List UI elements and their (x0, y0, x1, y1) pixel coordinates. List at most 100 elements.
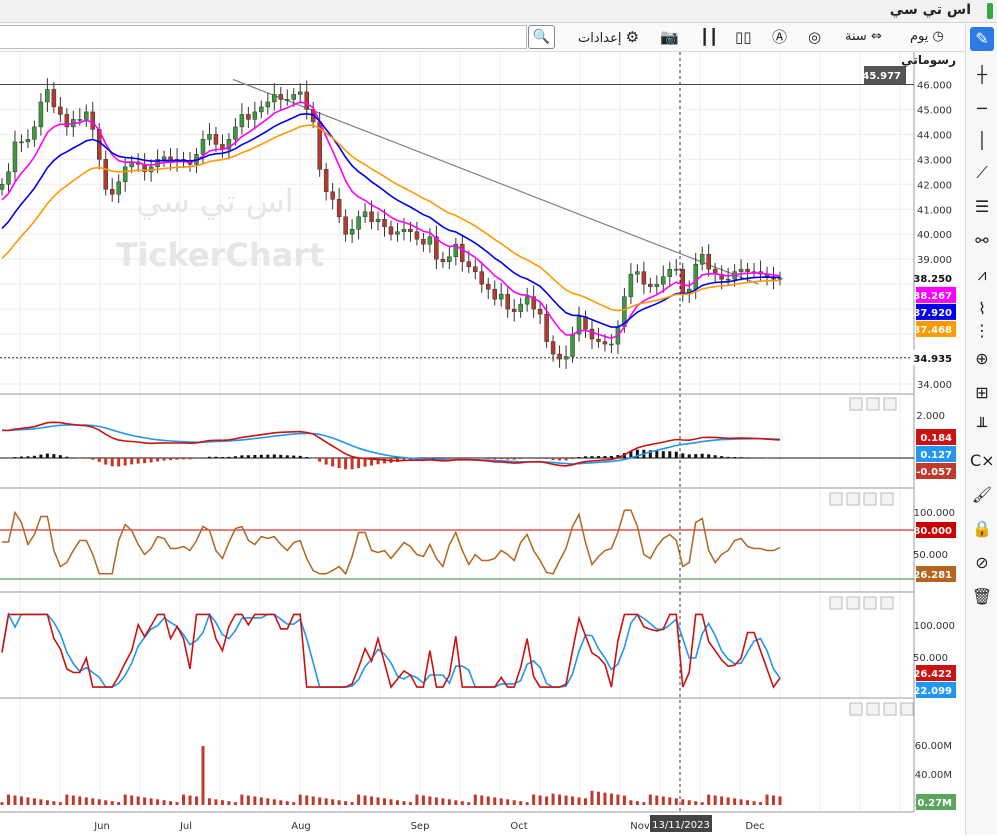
a-icon[interactable]: Ⓐ (772, 25, 787, 49)
candle (363, 212, 367, 217)
volume-bar (104, 800, 107, 805)
candle (661, 277, 665, 284)
circle-chart-icon[interactable]: ◎ (808, 25, 821, 49)
macd-hist-bar (513, 458, 516, 460)
chart-svg[interactable]: اس تي سي TickerChart 34.00039.00040.0004… (0, 52, 965, 835)
volume-bar (707, 795, 710, 805)
crosshair-icon[interactable]: ┼ (970, 63, 994, 87)
chart-area[interactable]: اس تي سي TickerChart 34.00039.00040.0004… (0, 52, 965, 835)
fib-icon[interactable]: ⚯ (970, 229, 994, 253)
volume-bar (39, 799, 42, 805)
volume-bar (325, 798, 328, 805)
trash-icon[interactable]: 🗑 (970, 585, 994, 609)
window-title: اس تي سي (890, 2, 971, 18)
candle (110, 189, 114, 194)
panel-control-button (881, 493, 893, 505)
ruler-icon[interactable]: ⋮ (970, 319, 994, 343)
macd-hist-bar (597, 456, 600, 458)
ma1-value: 38.267 (913, 291, 952, 302)
rsi-tick: 50.000 (913, 550, 948, 561)
horizontal-line-icon[interactable]: ─ (970, 97, 994, 121)
candle (395, 232, 399, 234)
macd-hist-bar (779, 458, 782, 459)
settings-button[interactable]: إعدادات ⚙ (578, 25, 639, 49)
volume-bar (759, 802, 762, 805)
volume-bar (364, 796, 367, 806)
macd-hist-bar (240, 455, 243, 458)
macd-hist-bar (733, 457, 736, 458)
search-icon[interactable]: 🔍 (528, 25, 555, 49)
candle (233, 127, 237, 139)
eye-icon[interactable]: ⊘ (970, 551, 994, 575)
macd-hist-bar (325, 458, 328, 465)
candle (0, 184, 4, 189)
drawing-tools-sidebar: ✎ ┼ ─ │ ⟋ ☰ ⚯ ⩘ ⌇ ⋮ ⊕ ⊞ ╨ C× 🖌 🔒 ⊘ 🗑 (965, 23, 997, 835)
curl-icon[interactable]: C× (970, 449, 994, 473)
lock-icon[interactable]: 🔒 (970, 517, 994, 541)
trend-icon[interactable]: ⟋ (970, 161, 994, 185)
elliott-icon[interactable]: ⌇ (970, 297, 994, 321)
drawings-label: رسوماتي (901, 53, 956, 68)
volume-bar (740, 799, 743, 805)
zoom-icon[interactable]: ⊕ (970, 347, 994, 371)
macd-hist-bar (552, 458, 555, 460)
crosshair-date-label: 13/11/2023 (652, 820, 710, 831)
macd-hist-bar (39, 455, 42, 458)
volume-bar (85, 797, 88, 805)
candle (545, 314, 549, 341)
macd-hist-bar (59, 455, 62, 458)
candle (447, 257, 451, 262)
month-tick: Dec (745, 821, 764, 832)
macd-hist-bar (688, 454, 691, 458)
volume-bar (603, 793, 606, 805)
ma3-value: 37.468 (913, 325, 952, 336)
camera-icon[interactable]: 📷 (660, 25, 679, 49)
candles-icon[interactable]: ┃┃ (700, 25, 718, 49)
volume-bar (7, 795, 10, 805)
candle (506, 294, 510, 309)
volume-bar (402, 801, 405, 805)
volume-bar (163, 800, 166, 805)
brush-icon[interactable]: 🖌 (970, 483, 994, 507)
measure-icon[interactable]: ⊞ (970, 381, 994, 405)
macd-hist-bar (46, 454, 49, 458)
macd-hist-bar (720, 456, 723, 458)
candle (551, 342, 555, 354)
macd-hist-bar (195, 458, 198, 459)
macd-hist-bar (163, 458, 166, 461)
volume-bar (519, 801, 522, 805)
candle (357, 217, 361, 229)
month-tick: Jul (179, 821, 192, 832)
macd-hist-bar (305, 457, 308, 458)
bar-icon[interactable]: ▯▯ (735, 25, 752, 49)
macd-hist-bar (519, 458, 522, 459)
candle (668, 269, 672, 276)
macd-hist-bar (253, 455, 256, 458)
volume-bar (195, 796, 198, 805)
price-tick: 43.000 (917, 155, 952, 166)
volume-bar (584, 798, 587, 805)
candle (486, 284, 490, 289)
stepper-icon[interactable]: ╨ (970, 415, 994, 439)
candle (739, 269, 743, 271)
pattern-icon[interactable]: ⩘ (970, 263, 994, 287)
candle (408, 229, 412, 231)
channel-icon[interactable]: ☰ (970, 195, 994, 219)
macd-hist-bar (117, 458, 120, 466)
candle (246, 114, 250, 119)
period-day-button[interactable]: يوم ◷ (910, 25, 944, 49)
macd-hist-bar (727, 457, 730, 458)
macd-hist-bar (487, 458, 490, 459)
vertical-line-icon[interactable]: │ (970, 129, 994, 153)
volume-bar (532, 795, 535, 805)
macd-hist-bar (182, 458, 185, 459)
volume-bar (214, 799, 217, 805)
pencil-icon[interactable]: ✎ (970, 27, 994, 51)
rsi-value: 26.281 (913, 570, 952, 581)
period-year-button[interactable]: سنة ⇔ (845, 25, 882, 49)
panel-control-button (864, 493, 876, 505)
symbol-input[interactable] (0, 25, 527, 49)
candle (104, 159, 108, 189)
volume-bar (124, 795, 127, 805)
candle (603, 342, 607, 344)
